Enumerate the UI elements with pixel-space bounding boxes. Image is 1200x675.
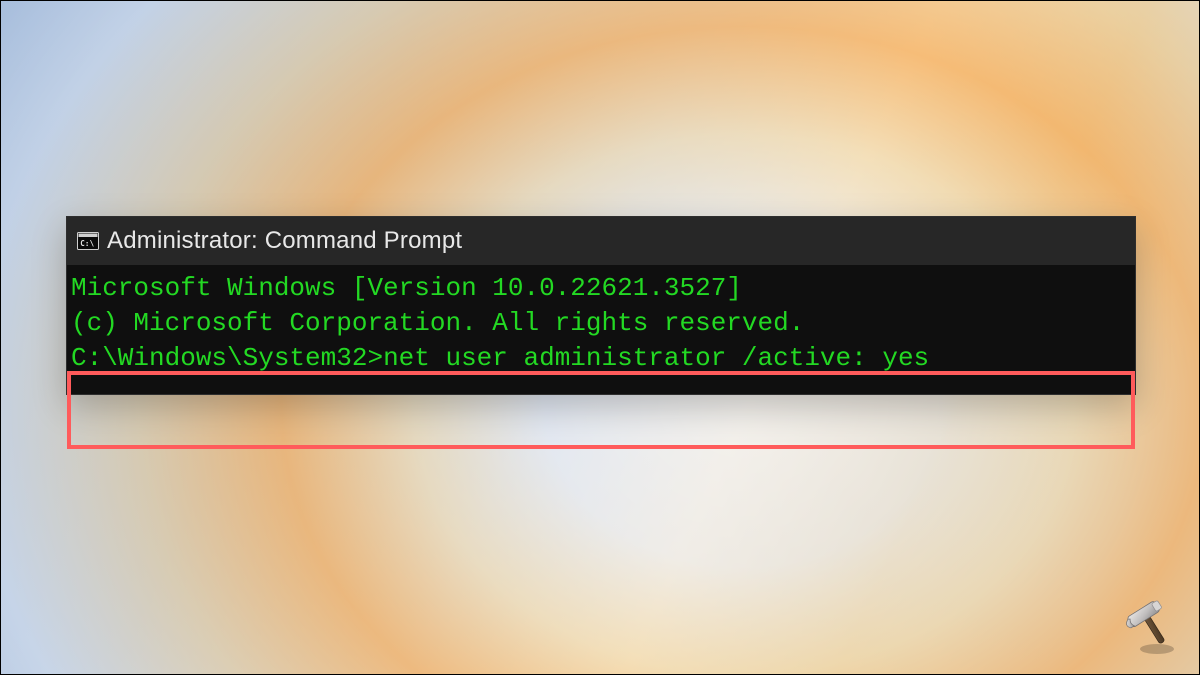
terminal-prompt-line[interactable]: C:\Windows\System32>net user administrat…: [67, 341, 1135, 376]
highlight-rectangle: [67, 371, 1135, 449]
hammer-icon: [1119, 594, 1183, 658]
desktop-background: C:\ Administrator: Command Prompt Micros…: [0, 0, 1200, 675]
terminal-body[interactable]: Microsoft Windows [Version 10.0.22621.35…: [67, 265, 1135, 394]
svg-text:C:\: C:\: [80, 239, 94, 248]
cmd-icon: C:\: [77, 232, 99, 250]
command-prompt-window[interactable]: C:\ Administrator: Command Prompt Micros…: [66, 216, 1136, 395]
terminal-prompt-path: C:\Windows\System32>: [71, 343, 383, 373]
terminal-command: net user administrator /active: yes: [383, 343, 929, 373]
window-title: Administrator: Command Prompt: [107, 227, 462, 255]
window-titlebar[interactable]: C:\ Administrator: Command Prompt: [67, 217, 1135, 265]
terminal-version-line: Microsoft Windows [Version 10.0.22621.35…: [67, 271, 1135, 306]
terminal-copyright-line: (c) Microsoft Corporation. All rights re…: [67, 306, 1135, 341]
